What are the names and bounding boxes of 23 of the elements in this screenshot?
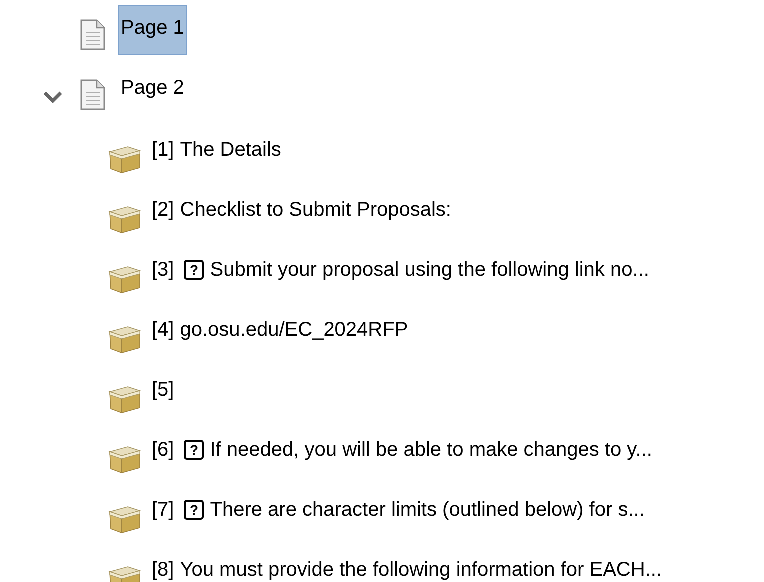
tag-text[interactable]: If needed, you will be able to make changes to y... — [210, 435, 652, 465]
tag-index: [1] — [152, 138, 174, 163]
tag-index: [8] — [152, 558, 174, 582]
page-item[interactable]: Page 1 — [118, 5, 188, 55]
tag-text[interactable]: go.osu.edu/EC_2024RFP — [180, 315, 408, 345]
tag-text[interactable]: Submit your proposal using the following link no... — [210, 255, 650, 285]
tag-index: [2] — [152, 198, 174, 223]
tag-text[interactable]: The Details — [180, 135, 282, 165]
tag-index: [3] — [152, 258, 174, 283]
document-icon — [80, 19, 106, 51]
chevron-icon[interactable] — [42, 90, 64, 104]
tag-index: [6] — [152, 438, 174, 463]
page-item[interactable]: Page 2 — [118, 65, 188, 115]
tag-text[interactable]: Checklist to Submit Proposals: — [180, 195, 452, 225]
tag-text[interactable]: You must provide the following information for EACH... — [180, 555, 662, 582]
tag-index: [5] — [152, 378, 174, 403]
tag-index: [4] — [152, 318, 174, 343]
tag-text[interactable]: There are character limits (outlined below) for s... — [210, 495, 645, 525]
tag-index: [7] — [152, 498, 174, 523]
missing-glyph: ? — [184, 500, 204, 520]
missing-glyph: ? — [184, 440, 204, 460]
missing-glyph: ? — [184, 260, 204, 280]
document-icon — [80, 79, 106, 111]
